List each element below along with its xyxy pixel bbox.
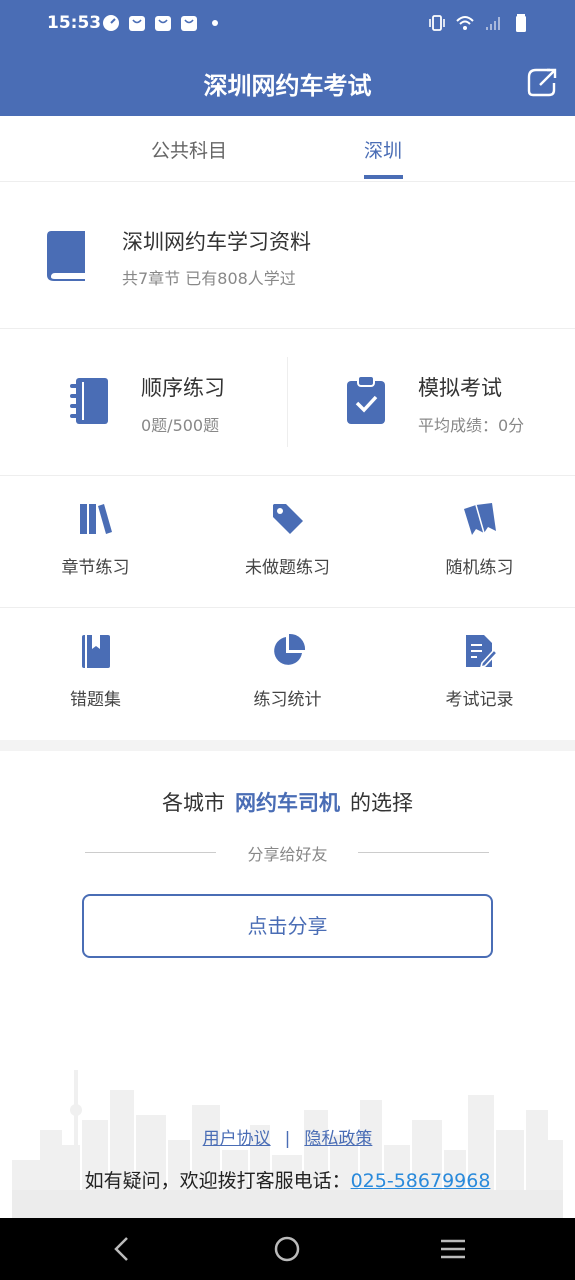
vibrate-icon [429,15,445,31]
random-practice-button[interactable]: 随机练习 [384,476,575,608]
sequential-practice-title: 顺序练习 [141,376,225,400]
wifi-icon [456,16,474,30]
promo-highlight: 网约车司机 [235,791,340,815]
bookmark-book-icon [82,635,110,668]
practice-divider [287,357,288,447]
shopping-bag-icon [155,16,171,31]
status-time: 15:53 [47,13,102,33]
subject-tabs: 公共科目 深圳 [0,116,575,182]
book-icon [47,231,85,281]
page-title: 深圳网约车考试 [203,72,372,100]
chapter-practice-button[interactable]: 章节练习 [0,476,191,608]
recents-menu-icon[interactable] [439,1235,467,1263]
shopping-bag-icon [181,16,197,31]
books-icon [80,504,112,534]
link-separator: | [284,1129,291,1149]
document-edit-icon [466,635,498,669]
promo-prefix: 各城市 [162,791,225,815]
active-tab-indicator [364,175,403,179]
notebook-icon [70,378,108,424]
exam-records-button[interactable]: 考试记录 [384,608,575,740]
study-materials-card[interactable]: 深圳网约车学习资料 共7章节 已有808人学过 [0,182,575,329]
mock-exam-score: 平均成绩：0分 [418,416,525,435]
share-hint-row: 分享给好友 [0,841,575,865]
grid-label: 章节练习 [61,558,130,578]
practice-section: 顺序练习 0题/500题 模拟考试 平均成绩：0分 [0,329,575,476]
tab-shenzhen[interactable]: 深圳 [364,136,402,163]
phone-link[interactable]: 025-58679968 [351,1170,491,1192]
footer: 用户协议 | 隐私政策 如有疑问，欢迎拨打客服电话：025-58679968 [12,1070,563,1218]
contact-line: 如有疑问，欢迎拨打客服电话：025-58679968 [12,1166,563,1193]
grid-label: 练习统计 [253,690,322,710]
shopping-bag-icon [129,16,145,31]
system-icons [427,13,531,33]
clipboard-check-icon [347,375,385,424]
share-button[interactable]: 点击分享 [82,894,493,958]
home-icon[interactable] [273,1235,301,1263]
app-header: 15:53 深圳网约车考试 [0,0,575,116]
wrong-questions-button[interactable]: 错题集 [0,608,191,740]
feature-grid-row-2: 错题集 练习统计 考试记录 [0,608,575,740]
share-hint: 分享给好友 [247,845,328,864]
promo-tagline: 各城市 网约车司机 的选择 [0,787,575,817]
divider-line [358,852,489,853]
practice-stats-button[interactable]: 练习统计 [192,608,383,740]
user-agreement-link[interactable]: 用户协议 [203,1129,271,1149]
policy-links: 用户协议 | 隐私政策 [12,1124,563,1149]
study-title: 深圳网约车学习资料 [122,230,311,254]
sequential-practice-progress: 0题/500题 [141,416,220,435]
study-subtitle: 共7章节 已有808人学过 [122,269,296,288]
tag-icon [273,504,303,534]
grid-label: 未做题练习 [245,558,330,578]
section-gap [0,740,575,751]
grid-label: 错题集 [70,690,121,710]
status-bar: 15:53 [0,0,575,48]
feature-grid-row-1: 章节练习 未做题练习 随机练习 [0,476,575,608]
grid-label: 随机练习 [445,558,514,578]
bookmarks-icon [464,503,496,535]
notification-icons [101,13,225,33]
share-icon[interactable] [526,66,558,98]
grid-label: 考试记录 [445,690,514,710]
battery-icon [516,14,526,32]
undone-practice-button[interactable]: 未做题练习 [192,476,383,608]
contact-text: 如有疑问，欢迎拨打客服电话： [84,1170,351,1192]
promo-suffix: 的选择 [350,791,413,815]
speedometer-icon [103,15,119,31]
privacy-policy-link[interactable]: 隐私政策 [304,1129,372,1149]
signal-icon [486,17,500,30]
back-icon[interactable] [108,1235,136,1263]
pie-chart-icon [274,633,306,665]
dot-icon [212,20,218,26]
mock-exam-title: 模拟考试 [418,376,502,400]
tab-public-subject[interactable]: 公共科目 [151,136,227,163]
system-nav-bar [0,1218,575,1280]
